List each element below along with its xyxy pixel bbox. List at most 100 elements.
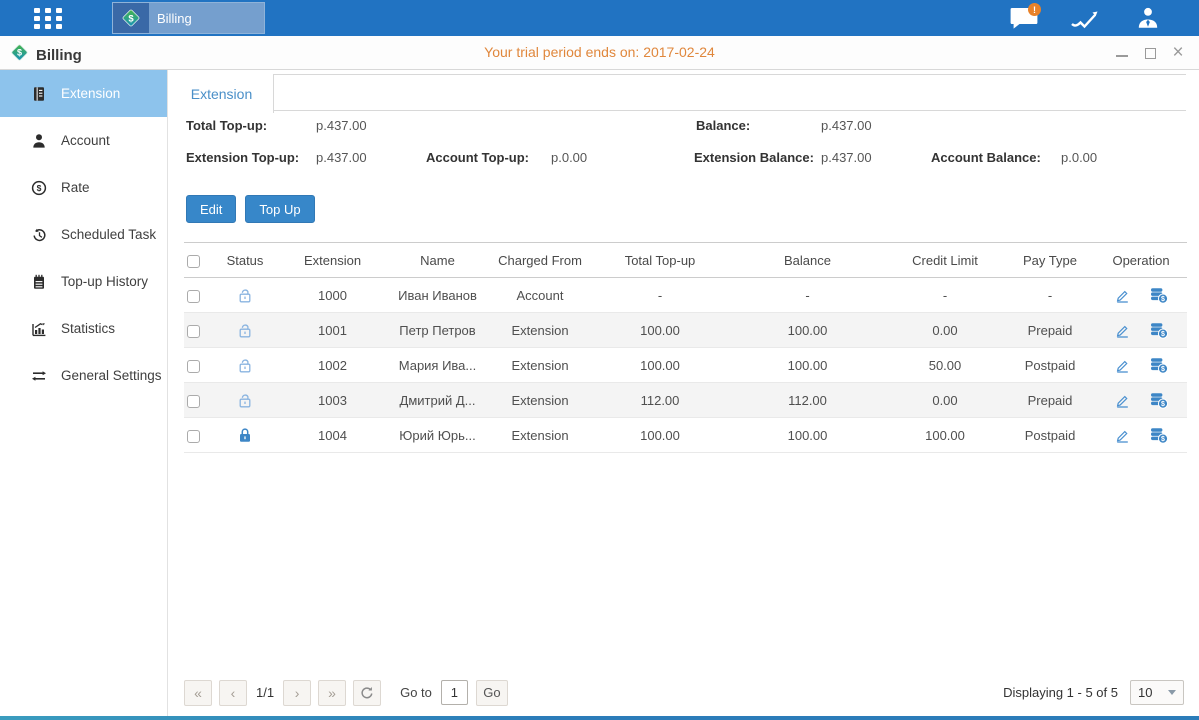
user-icon[interactable]	[1129, 3, 1167, 33]
close-icon[interactable]: ×	[1171, 46, 1185, 60]
table-row: 1002 Мария Ива... Extension 100.00 100.0…	[184, 348, 1187, 383]
cell-name: Мария Ива...	[385, 348, 490, 383]
minimize-icon[interactable]	[1115, 46, 1129, 60]
app-grid-icon[interactable]	[34, 8, 70, 28]
svg-text:$: $	[128, 13, 134, 24]
lock-open-icon	[237, 322, 253, 339]
trial-period-message: Your trial period ends on: 2017-02-24	[0, 44, 1199, 60]
chat-icon[interactable]: !	[1005, 3, 1043, 33]
clock-history-icon	[30, 226, 48, 244]
window-bottom-border	[0, 716, 1199, 720]
cell-total-topup: 112.00	[590, 383, 730, 418]
last-page-button[interactable]: »	[318, 680, 346, 706]
edit-button[interactable]: Edit	[186, 195, 236, 223]
cell-total-topup: 100.00	[590, 348, 730, 383]
cell-total-topup: 100.00	[590, 313, 730, 348]
topup-icon[interactable]: $	[1150, 392, 1168, 409]
tab-extension[interactable]: Extension	[170, 74, 274, 113]
lock-open-icon	[237, 392, 253, 409]
cell-extension: 1000	[280, 278, 385, 313]
cell-credit-limit: 0.00	[885, 383, 1005, 418]
page-size-select[interactable]: 10	[1130, 680, 1184, 705]
extension-balance-value: p.437.00	[821, 150, 872, 165]
sidebar-item-scheduled-task[interactable]: Scheduled Task	[0, 211, 167, 258]
header-extension: Extension	[280, 243, 385, 278]
row-checkbox[interactable]	[187, 430, 200, 443]
billing-diamond-icon: $	[113, 3, 149, 33]
topup-icon[interactable]: $	[1150, 287, 1168, 304]
chart-icon[interactable]	[1067, 3, 1105, 33]
extension-table-body: 1000 Иван Иванов Account - - - - $	[184, 278, 1187, 453]
sidebar-item-statistics[interactable]: Statistics	[0, 305, 167, 352]
sidebar-item-top-up-history[interactable]: Top-up History	[0, 258, 167, 305]
sidebar-item-label: Statistics	[61, 321, 115, 336]
row-checkbox[interactable]	[187, 325, 200, 338]
cell-extension: 1001	[280, 313, 385, 348]
row-checkbox[interactable]	[187, 290, 200, 303]
cell-charged-from: Account	[490, 278, 590, 313]
cell-extension: 1004	[280, 418, 385, 453]
taskbar-tab-billing[interactable]: $ Billing	[112, 2, 265, 34]
cell-credit-limit: 0.00	[885, 313, 1005, 348]
cell-pay-type: Prepaid	[1005, 313, 1095, 348]
cell-name: Юрий Юрь...	[385, 418, 490, 453]
edit-icon[interactable]	[1114, 427, 1132, 444]
lock-open-icon	[237, 357, 253, 374]
svg-text:$: $	[1161, 401, 1165, 408]
top-up-button[interactable]: Top Up	[245, 195, 314, 223]
goto-page-input[interactable]	[441, 680, 468, 705]
cell-credit-limit: 100.00	[885, 418, 1005, 453]
header-balance: Balance	[730, 243, 885, 278]
cell-balance: 100.00	[730, 313, 885, 348]
select-all-checkbox[interactable]	[187, 255, 200, 268]
cell-balance: 100.00	[730, 418, 885, 453]
displaying-info: Displaying 1 - 5 of 5	[1003, 685, 1118, 700]
ledger-icon	[30, 85, 48, 103]
refresh-icon[interactable]	[353, 680, 381, 706]
sidebar-menu: Extension Account $ Rate Scheduled Task …	[0, 70, 168, 716]
cell-total-topup: 100.00	[590, 418, 730, 453]
extension-topup-value: p.437.00	[316, 150, 367, 165]
topup-icon[interactable]: $	[1150, 427, 1168, 444]
tab-strip: Extension	[169, 74, 1186, 113]
next-page-button[interactable]: ›	[283, 680, 311, 706]
cell-pay-type: Postpaid	[1005, 418, 1095, 453]
maximize-icon[interactable]	[1143, 46, 1157, 60]
svg-text:$: $	[1161, 296, 1165, 303]
topup-icon[interactable]: $	[1150, 357, 1168, 374]
row-checkbox[interactable]	[187, 360, 200, 373]
sidebar-item-label: General Settings	[61, 368, 162, 383]
stats-icon	[30, 320, 48, 338]
sidebar-item-label: Account	[61, 133, 110, 148]
svg-text:$: $	[1161, 436, 1165, 443]
sidebar-item-label: Scheduled Task	[61, 227, 156, 242]
edit-icon[interactable]	[1114, 357, 1132, 374]
notification-badge: !	[1028, 3, 1041, 16]
account-topup-value: p.0.00	[551, 150, 587, 165]
sidebar-item-extension[interactable]: Extension	[0, 70, 167, 117]
table-row: 1001 Петр Петров Extension 100.00 100.00…	[184, 313, 1187, 348]
cell-extension: 1002	[280, 348, 385, 383]
lock-open-icon	[237, 287, 253, 304]
prev-page-button[interactable]: ‹	[219, 680, 247, 706]
edit-icon[interactable]	[1114, 287, 1132, 304]
cell-charged-from: Extension	[490, 313, 590, 348]
sidebar-item-rate[interactable]: $ Rate	[0, 164, 167, 211]
sidebar-item-account[interactable]: Account	[0, 117, 167, 164]
dollar-circle-icon: $	[30, 179, 48, 197]
cell-total-topup: -	[590, 278, 730, 313]
go-button[interactable]: Go	[476, 680, 508, 706]
edit-icon[interactable]	[1114, 392, 1132, 409]
sidebar-item-general-settings[interactable]: General Settings	[0, 352, 167, 399]
cell-pay-type: Prepaid	[1005, 383, 1095, 418]
edit-icon[interactable]	[1114, 322, 1132, 339]
cell-name: Иван Иванов	[385, 278, 490, 313]
first-page-button[interactable]: «	[184, 680, 212, 706]
extension-topup-label: Extension Top-up:	[186, 150, 299, 165]
taskbar: $ Billing !	[0, 0, 1199, 36]
table-row: 1004 Юрий Юрь... Extension 100.00 100.00…	[184, 418, 1187, 453]
account-topup-label: Account Top-up:	[426, 150, 529, 165]
balance-value: p.437.00	[821, 118, 872, 133]
row-checkbox[interactable]	[187, 395, 200, 408]
topup-icon[interactable]: $	[1150, 322, 1168, 339]
